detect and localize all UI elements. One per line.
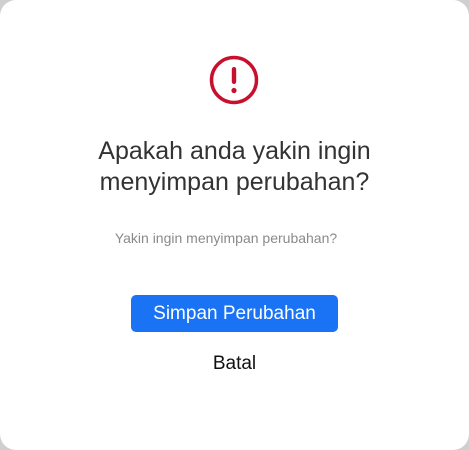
- confirm-dialog: Apakah anda yakin ingin menyimpan peruba…: [0, 0, 469, 450]
- exclamation-circle-icon: [209, 55, 259, 105]
- cancel-button[interactable]: Batal: [184, 350, 285, 378]
- save-changes-button[interactable]: Simpan Perubahan: [131, 295, 338, 332]
- dialog-title-line-2: menyimpan perubahan?: [99, 168, 370, 196]
- dialog-message: Yakin ingin menyimpan perubahan?: [114, 230, 338, 246]
- dialog-title-line-1: Apakah anda yakin ingin: [98, 137, 371, 165]
- dialog-title: Apakah anda yakin ingin menyimpan peruba…: [0, 136, 469, 198]
